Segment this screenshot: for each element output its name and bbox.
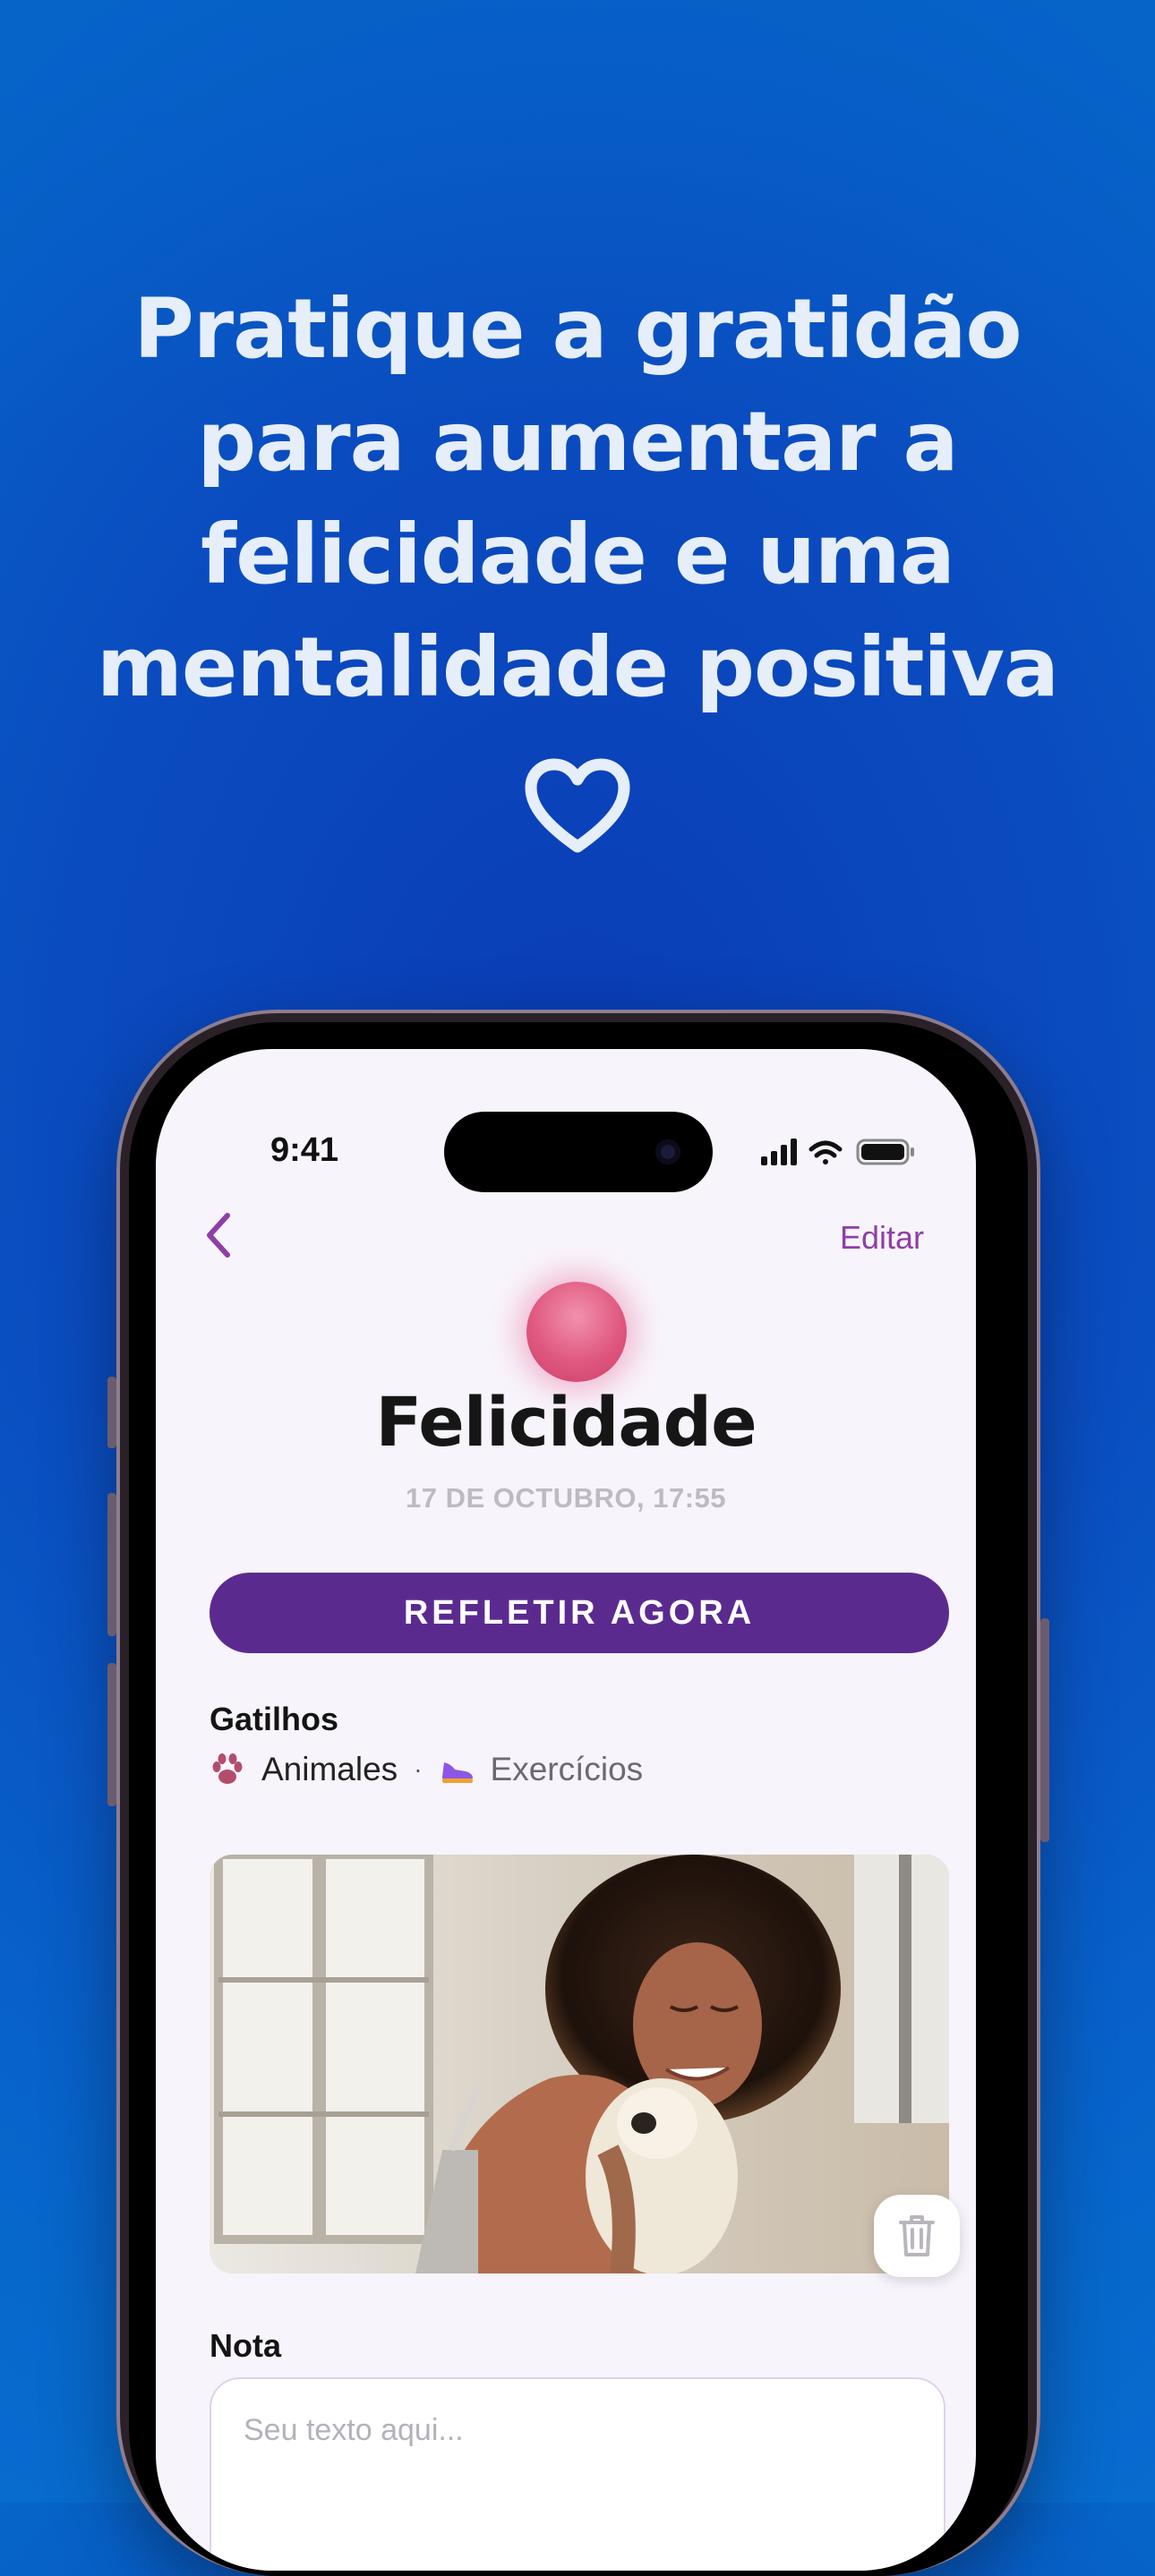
phone-frame: 9:41 Editar Felicidade 17 DE OCTUBRO, 17… — [107, 1010, 1049, 2576]
entry-date: 17 DE OCTUBRO, 17:55 — [406, 1482, 726, 1514]
promo-headline: Pratique a gratidão para aumentar a feli… — [96, 281, 1059, 715]
trash-icon — [899, 2215, 935, 2256]
triggers-title: Gatilhos — [210, 1701, 339, 1737]
paw-icon — [212, 1753, 243, 1784]
edit-button[interactable]: Editar — [840, 1219, 924, 1257]
reflect-now-button[interactable]: REFLETIR AGORA — [210, 1573, 949, 1653]
trigger-separator: · — [414, 1755, 423, 1783]
camera-icon — [655, 1139, 680, 1164]
wifi-icon — [808, 1140, 843, 1164]
entry-photo — [210, 1855, 949, 2273]
signal-icon — [761, 1139, 797, 1165]
triggers-list: Animales · Exercícios — [210, 1747, 643, 1792]
photo-image — [210, 1855, 949, 2273]
status-icons — [761, 1139, 914, 1165]
note-input[interactable]: Seu texto aqui... — [210, 2377, 945, 2571]
note-title: Nota — [210, 2327, 281, 2364]
sneaker-icon — [441, 1762, 473, 1783]
chevron-left-icon — [207, 1213, 230, 1258]
app-screen: 9:41 Editar Felicidade 17 DE OCTUBRO, 17… — [156, 1049, 976, 2571]
mood-orb — [526, 1282, 627, 1382]
battery-icon — [856, 1139, 914, 1165]
dynamic-island — [444, 1112, 713, 1192]
heart-outline-icon — [525, 758, 630, 853]
status-time: 9:41 — [270, 1131, 339, 1169]
delete-photo-button[interactable] — [874, 2195, 960, 2277]
trigger-exercicios: Exercícios — [490, 1751, 644, 1787]
back-button[interactable] — [193, 1208, 244, 1262]
trigger-animales: Animales — [261, 1751, 398, 1787]
mood-title: Felicidade — [375, 1382, 757, 1462]
